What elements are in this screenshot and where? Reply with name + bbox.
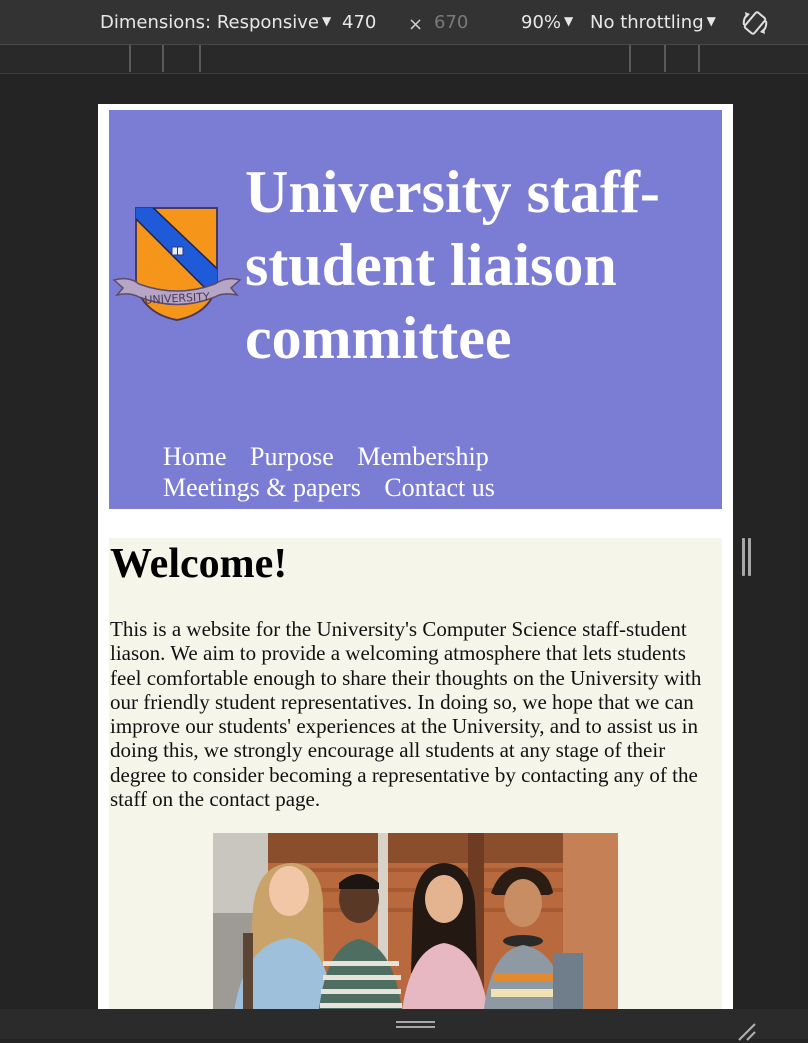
dimensions-label: Dimensions: Responsive	[100, 12, 319, 33]
caret-down-icon: ▼	[564, 14, 574, 28]
bottom-resize-handle[interactable]	[396, 1021, 436, 1031]
nav-link-contact-us[interactable]: Contact us	[384, 473, 495, 502]
media-query-marker[interactable]	[629, 45, 631, 72]
media-query-marker[interactable]	[199, 45, 201, 72]
dimensions-dropdown[interactable]: Dimensions: Responsive ▼	[100, 12, 331, 33]
site-title: University staff-student liaison committ…	[245, 159, 660, 371]
devtools-device-toolbar: Dimensions: Responsive ▼ 470 × 670 90% ▼ N…	[0, 0, 808, 45]
welcome-heading: Welcome!	[110, 541, 288, 587]
media-query-marker[interactable]	[664, 45, 666, 72]
students-photo	[213, 833, 618, 1009]
zoom-dropdown[interactable]: 90% ▼	[521, 12, 573, 33]
site-header: UNIVERSITY University staff-student liai…	[109, 110, 722, 509]
corner-resize-icon[interactable]	[736, 1021, 758, 1043]
media-query-marker[interactable]	[129, 45, 131, 72]
intro-paragraph: This is a website for the University's C…	[110, 617, 702, 812]
caret-down-icon: ▼	[321, 14, 332, 28]
throttling-label: No throttling	[590, 12, 704, 33]
university-crest-logo: UNIVERSITY	[112, 207, 242, 322]
nav-link-membership[interactable]: Membership	[357, 442, 488, 471]
media-query-marker[interactable]	[162, 45, 164, 72]
rotate-icon[interactable]	[740, 8, 770, 38]
main-nav: Home Purpose Membership Meetings & paper…	[163, 441, 703, 503]
right-resize-handle[interactable]	[741, 538, 753, 578]
nav-link-meetings-papers[interactable]: Meetings & papers	[163, 473, 361, 502]
nav-link-purpose[interactable]: Purpose	[250, 442, 334, 471]
nav-link-home[interactable]: Home	[163, 442, 227, 471]
device-viewport: UNIVERSITY University staff-student liai…	[98, 104, 733, 1009]
times-icon[interactable]: ×	[408, 14, 423, 35]
media-query-bar	[0, 45, 808, 74]
main-content: Welcome! This is a website for the Unive…	[109, 538, 722, 1009]
width-input[interactable]: 470	[342, 12, 376, 33]
zoom-label: 90%	[521, 12, 562, 33]
throttling-dropdown[interactable]: No throttling ▼	[590, 12, 716, 33]
height-input[interactable]: 670	[434, 12, 468, 33]
bottom-resize-bar	[0, 1009, 808, 1041]
caret-down-icon: ▼	[706, 14, 716, 28]
media-query-marker[interactable]	[698, 45, 700, 72]
